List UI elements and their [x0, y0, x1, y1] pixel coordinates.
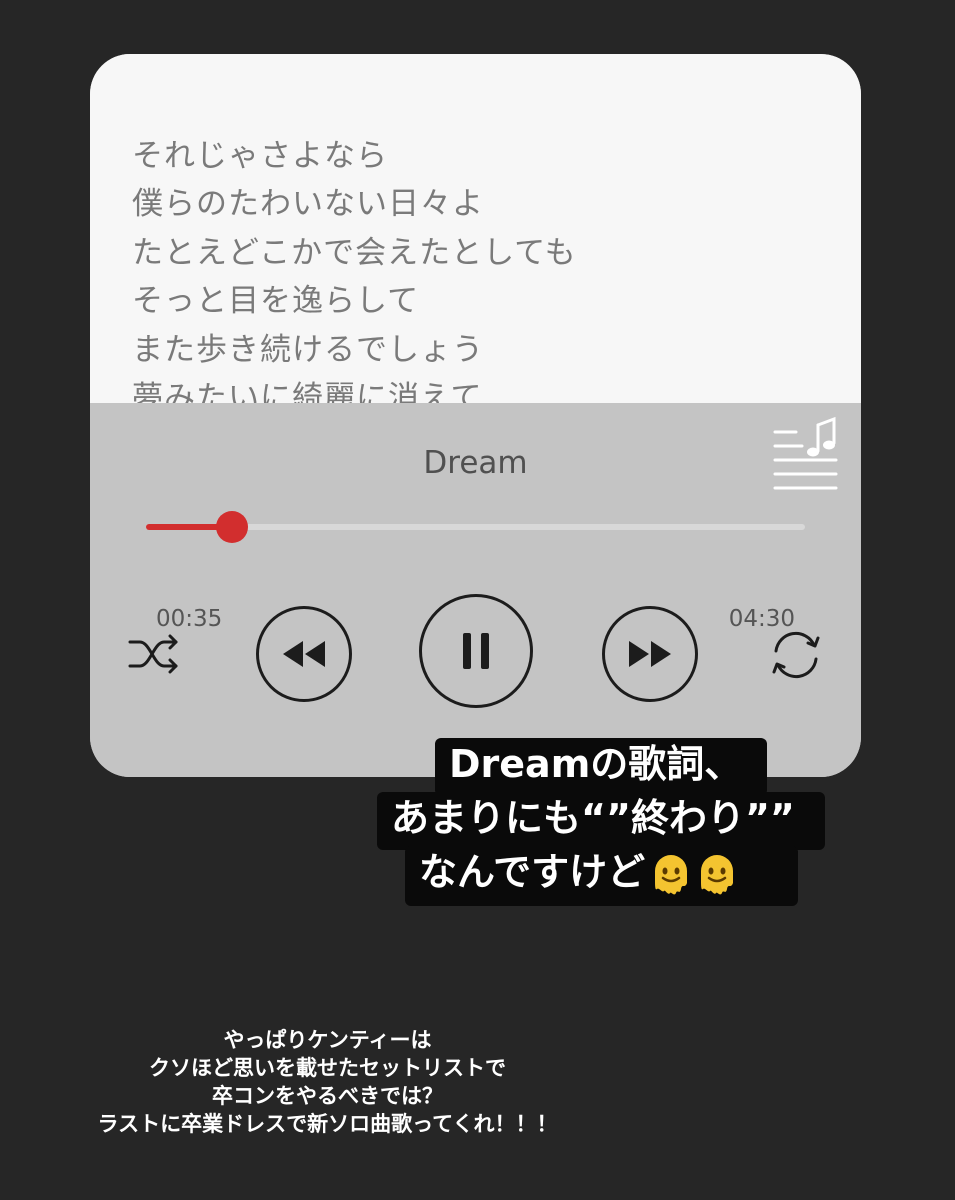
footer-line: 卒コンをやるべきでは？ [212, 1084, 443, 1108]
rewind-button[interactable] [256, 606, 352, 702]
player-controls-panel: Dream 00:35 04:30 [90, 403, 861, 777]
footer-comment: やっぱりケンティーは クソほど思いを載せたセットリストで 卒コンをやるべきでは？… [0, 1026, 655, 1138]
caption-line: Dreamの歌詞、 [435, 738, 767, 796]
lyric-line: 僕らのたわいない日々よ [132, 186, 484, 222]
pause-icon [463, 633, 489, 669]
lyrics-panel: それじゃさよなら 僕らのたわいない日々よ たとえどこかで会えたとしても そっと目… [90, 54, 861, 416]
music-player-card: それじゃさよなら 僕らのたわいない日々よ たとえどこかで会えたとしても そっと目… [90, 54, 861, 777]
fast-forward-icon [629, 641, 671, 667]
repeat-icon[interactable] [766, 625, 826, 685]
caption-line: なんですけど [405, 846, 798, 906]
caption-line: あまりにも“”終わり”” [377, 792, 825, 850]
shuffle-icon[interactable] [126, 629, 182, 679]
lyric-line: たとえどこかで会えたとしても [132, 235, 577, 271]
song-title: Dream [423, 445, 528, 481]
rewind-icon [283, 641, 325, 667]
lyric-line: それじゃさよなら [132, 138, 388, 174]
progress-track[interactable] [146, 511, 805, 543]
footer-line: クソほど思いを載せたセットリストで [149, 1056, 506, 1080]
progress-thumb[interactable] [215, 511, 248, 543]
pause-button[interactable] [419, 594, 533, 708]
lyrics-list-music-note-icon[interactable] [772, 415, 838, 491]
melting-face-emoji-icon [655, 854, 688, 894]
story-caption: Dreamの歌詞、 あまりにも“”終わり”” なんですけど [0, 736, 955, 916]
lyric-line: そっと目を逸らして [132, 283, 420, 319]
footer-line: やっぱりケンティーは [223, 1028, 432, 1052]
melting-face-emoji-icon [701, 854, 734, 894]
lyric-line: また歩き続けるでしょう [132, 332, 484, 368]
footer-line: ラストに卒業ドレスで新ソロ曲歌ってくれ！！！ [97, 1112, 558, 1136]
fast-forward-button[interactable] [602, 606, 698, 702]
